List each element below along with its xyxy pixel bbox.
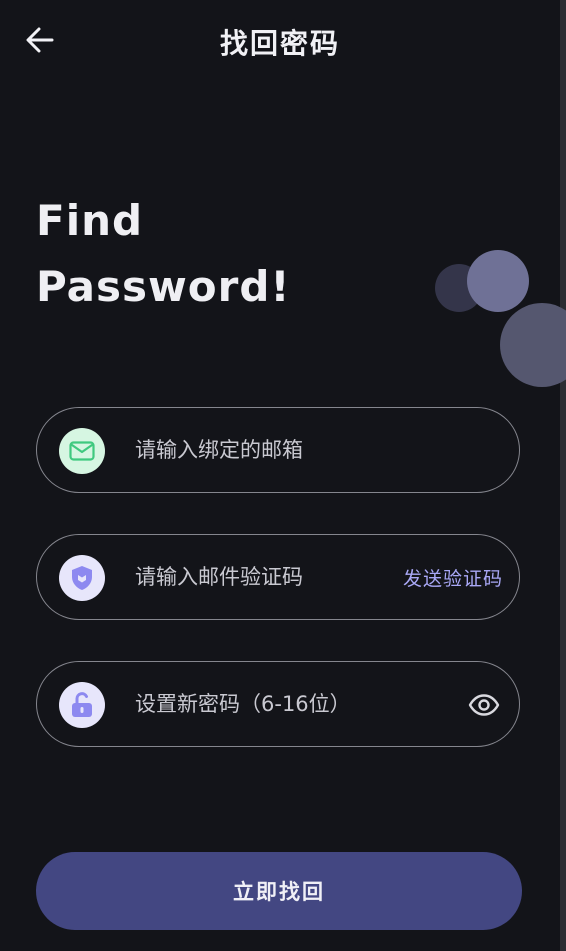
hero-heading: Find Password! [36, 188, 291, 320]
send-code-button[interactable]: 发送验证码 [403, 564, 503, 591]
unlock-icon [72, 692, 92, 717]
decor-bubble-large [500, 303, 566, 387]
decor-bubble-medium [467, 250, 529, 312]
submit-recover-button[interactable]: 立即找回 [36, 852, 522, 930]
email-input[interactable] [135, 432, 495, 468]
unlock-icon-badge [59, 682, 105, 728]
mail-icon [69, 441, 95, 461]
new-password-input[interactable] [135, 686, 455, 722]
toggle-password-visibility-button[interactable] [467, 688, 501, 722]
verification-code-input[interactable] [135, 559, 385, 595]
hero-line-1: Find [36, 196, 144, 245]
find-password-screen: 找回密码 Find Password! 发送验证码 [0, 0, 566, 951]
new-password-field[interactable] [36, 661, 520, 747]
shield-icon-badge [59, 555, 105, 601]
hero-line-2: Password! [36, 262, 291, 311]
page-title: 找回密码 [219, 27, 340, 60]
scroll-edge [560, 0, 566, 951]
mail-icon-badge [59, 428, 105, 474]
shield-icon [72, 566, 92, 590]
email-field[interactable] [36, 407, 520, 493]
verification-code-field[interactable]: 发送验证码 [36, 534, 520, 620]
eye-icon [468, 694, 500, 716]
header-bar: 找回密码 [0, 0, 566, 82]
